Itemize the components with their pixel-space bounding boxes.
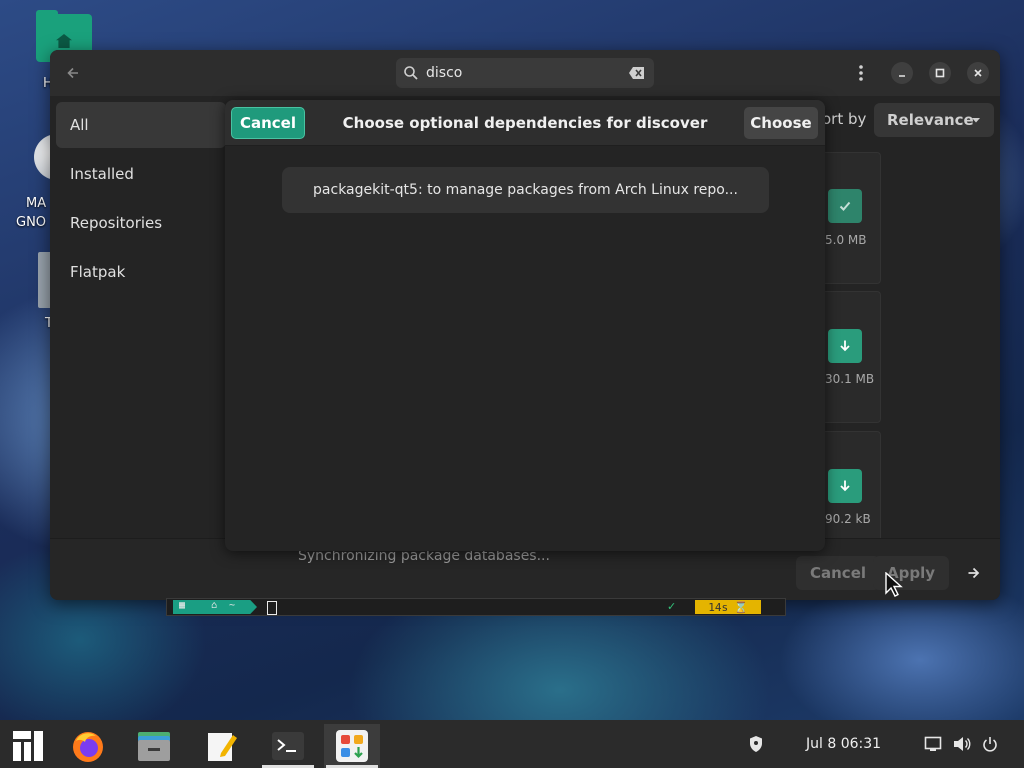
- arrow-left-icon: [67, 67, 78, 79]
- installed-button[interactable]: [828, 189, 862, 223]
- manjaro-logo-icon: ▦: [179, 600, 186, 611]
- volume-icon: [954, 737, 971, 751]
- sidebar-item-label: Flatpak: [70, 263, 126, 281]
- software-center-launcher[interactable]: [324, 724, 380, 768]
- text-editor-launcher[interactable]: [194, 724, 250, 768]
- minimize-icon: [899, 75, 905, 77]
- next-button[interactable]: [957, 556, 991, 590]
- home-icon: ⌂: [211, 600, 218, 611]
- volume-tray-button[interactable]: [952, 734, 972, 754]
- button-label: Cancel: [239, 114, 296, 132]
- sidebar-item-installed[interactable]: Installed: [56, 151, 226, 197]
- sidebar-item-flatpak[interactable]: Flatpak: [56, 249, 226, 295]
- network-tray-button[interactable]: [923, 734, 943, 754]
- headerbar: [50, 50, 1000, 96]
- shield-icon: [750, 736, 762, 752]
- button-label: Cancel: [810, 564, 867, 582]
- dependency-label: packagekit-qt5: to manage packages from …: [313, 182, 738, 198]
- terminal-icon: [272, 732, 304, 760]
- download-icon: [840, 340, 850, 352]
- check-icon: ✓: [667, 600, 677, 613]
- hourglass-icon: ⌛: [734, 600, 748, 614]
- package-size: 90.2 kB: [825, 512, 871, 526]
- install-button[interactable]: [828, 329, 862, 363]
- search-icon: [396, 58, 426, 88]
- search-input[interactable]: [426, 59, 616, 87]
- sidebar: All Installed Repositories Flatpak: [50, 96, 226, 538]
- text-editor-icon: [208, 733, 237, 761]
- firefox-icon: [73, 732, 103, 762]
- power-icon: [983, 737, 997, 752]
- taskbar: Jul 8 06:31: [0, 720, 1024, 768]
- sidebar-item-label: Installed: [70, 165, 134, 183]
- app-menu-button[interactable]: [0, 724, 56, 768]
- manjaro-menu-icon: [13, 731, 43, 761]
- package-size: 30.1 MB: [825, 372, 875, 386]
- duration-text: 14s: [708, 600, 729, 614]
- sidebar-item-label: All: [70, 116, 89, 134]
- clear-search-icon[interactable]: [628, 65, 646, 81]
- software-center-icon: [336, 730, 368, 762]
- wired-network-icon: [924, 736, 942, 751]
- prompt-segment: ▦ ⌂ ~: [173, 600, 257, 614]
- close-button[interactable]: [967, 62, 989, 84]
- terminal-launcher[interactable]: [260, 724, 316, 768]
- optional-dependencies-dialog: Choose optional dependencies for discove…: [225, 100, 825, 551]
- install-button[interactable]: [828, 469, 862, 503]
- firefox-launcher[interactable]: [60, 724, 116, 768]
- close-icon: [974, 69, 982, 77]
- menu-button[interactable]: [848, 58, 874, 88]
- prompt-path: ~: [229, 600, 236, 611]
- button-label: Choose: [750, 114, 812, 132]
- mouse-pointer-icon: [885, 572, 903, 597]
- cancel-transaction-button[interactable]: Cancel: [796, 556, 881, 590]
- desktop-icon-label-disc: MA: [26, 196, 47, 211]
- dialog-cancel-button[interactable]: Cancel: [231, 107, 305, 139]
- dialog-title: Choose optional dependencies for discove…: [342, 114, 708, 132]
- sidebar-item-all[interactable]: All: [56, 102, 226, 148]
- arrow-right-icon: [968, 567, 980, 579]
- dialog-header: Choose optional dependencies for discove…: [225, 100, 825, 146]
- sort-label: ort by: [822, 110, 867, 128]
- power-button[interactable]: [980, 734, 1000, 754]
- download-icon: [840, 480, 850, 492]
- sidebar-item-repositories[interactable]: Repositories: [56, 200, 226, 246]
- command-duration: 14s ⌛: [695, 600, 761, 614]
- kebab-menu-icon: [859, 65, 863, 81]
- maximize-icon: [935, 68, 945, 78]
- security-tray-button[interactable]: [746, 734, 766, 754]
- package-size: 5.0 MB: [825, 233, 867, 247]
- check-icon: [839, 201, 851, 211]
- minimize-button[interactable]: [891, 62, 913, 84]
- search-field[interactable]: [396, 58, 654, 88]
- sort-value: Relevance: [887, 111, 974, 129]
- dialog-choose-button[interactable]: Choose: [744, 107, 818, 139]
- sort-dropdown[interactable]: Relevance: [874, 103, 994, 137]
- terminal-cursor: [267, 601, 277, 615]
- dependency-option[interactable]: packagekit-qt5: to manage packages from …: [282, 167, 769, 213]
- terminal-prompt-strip: ▦ ⌂ ~ ✓ 14s ⌛: [166, 598, 786, 616]
- caret-down-icon: [970, 112, 982, 130]
- maximize-button[interactable]: [929, 62, 951, 84]
- back-button[interactable]: [58, 58, 88, 88]
- file-manager-icon: [138, 732, 170, 761]
- clock[interactable]: Jul 8 06:31: [806, 736, 881, 752]
- sidebar-item-label: Repositories: [70, 214, 163, 232]
- file-manager-launcher[interactable]: [126, 724, 182, 768]
- desktop-icon-label-disc-2: GNO: [16, 215, 47, 230]
